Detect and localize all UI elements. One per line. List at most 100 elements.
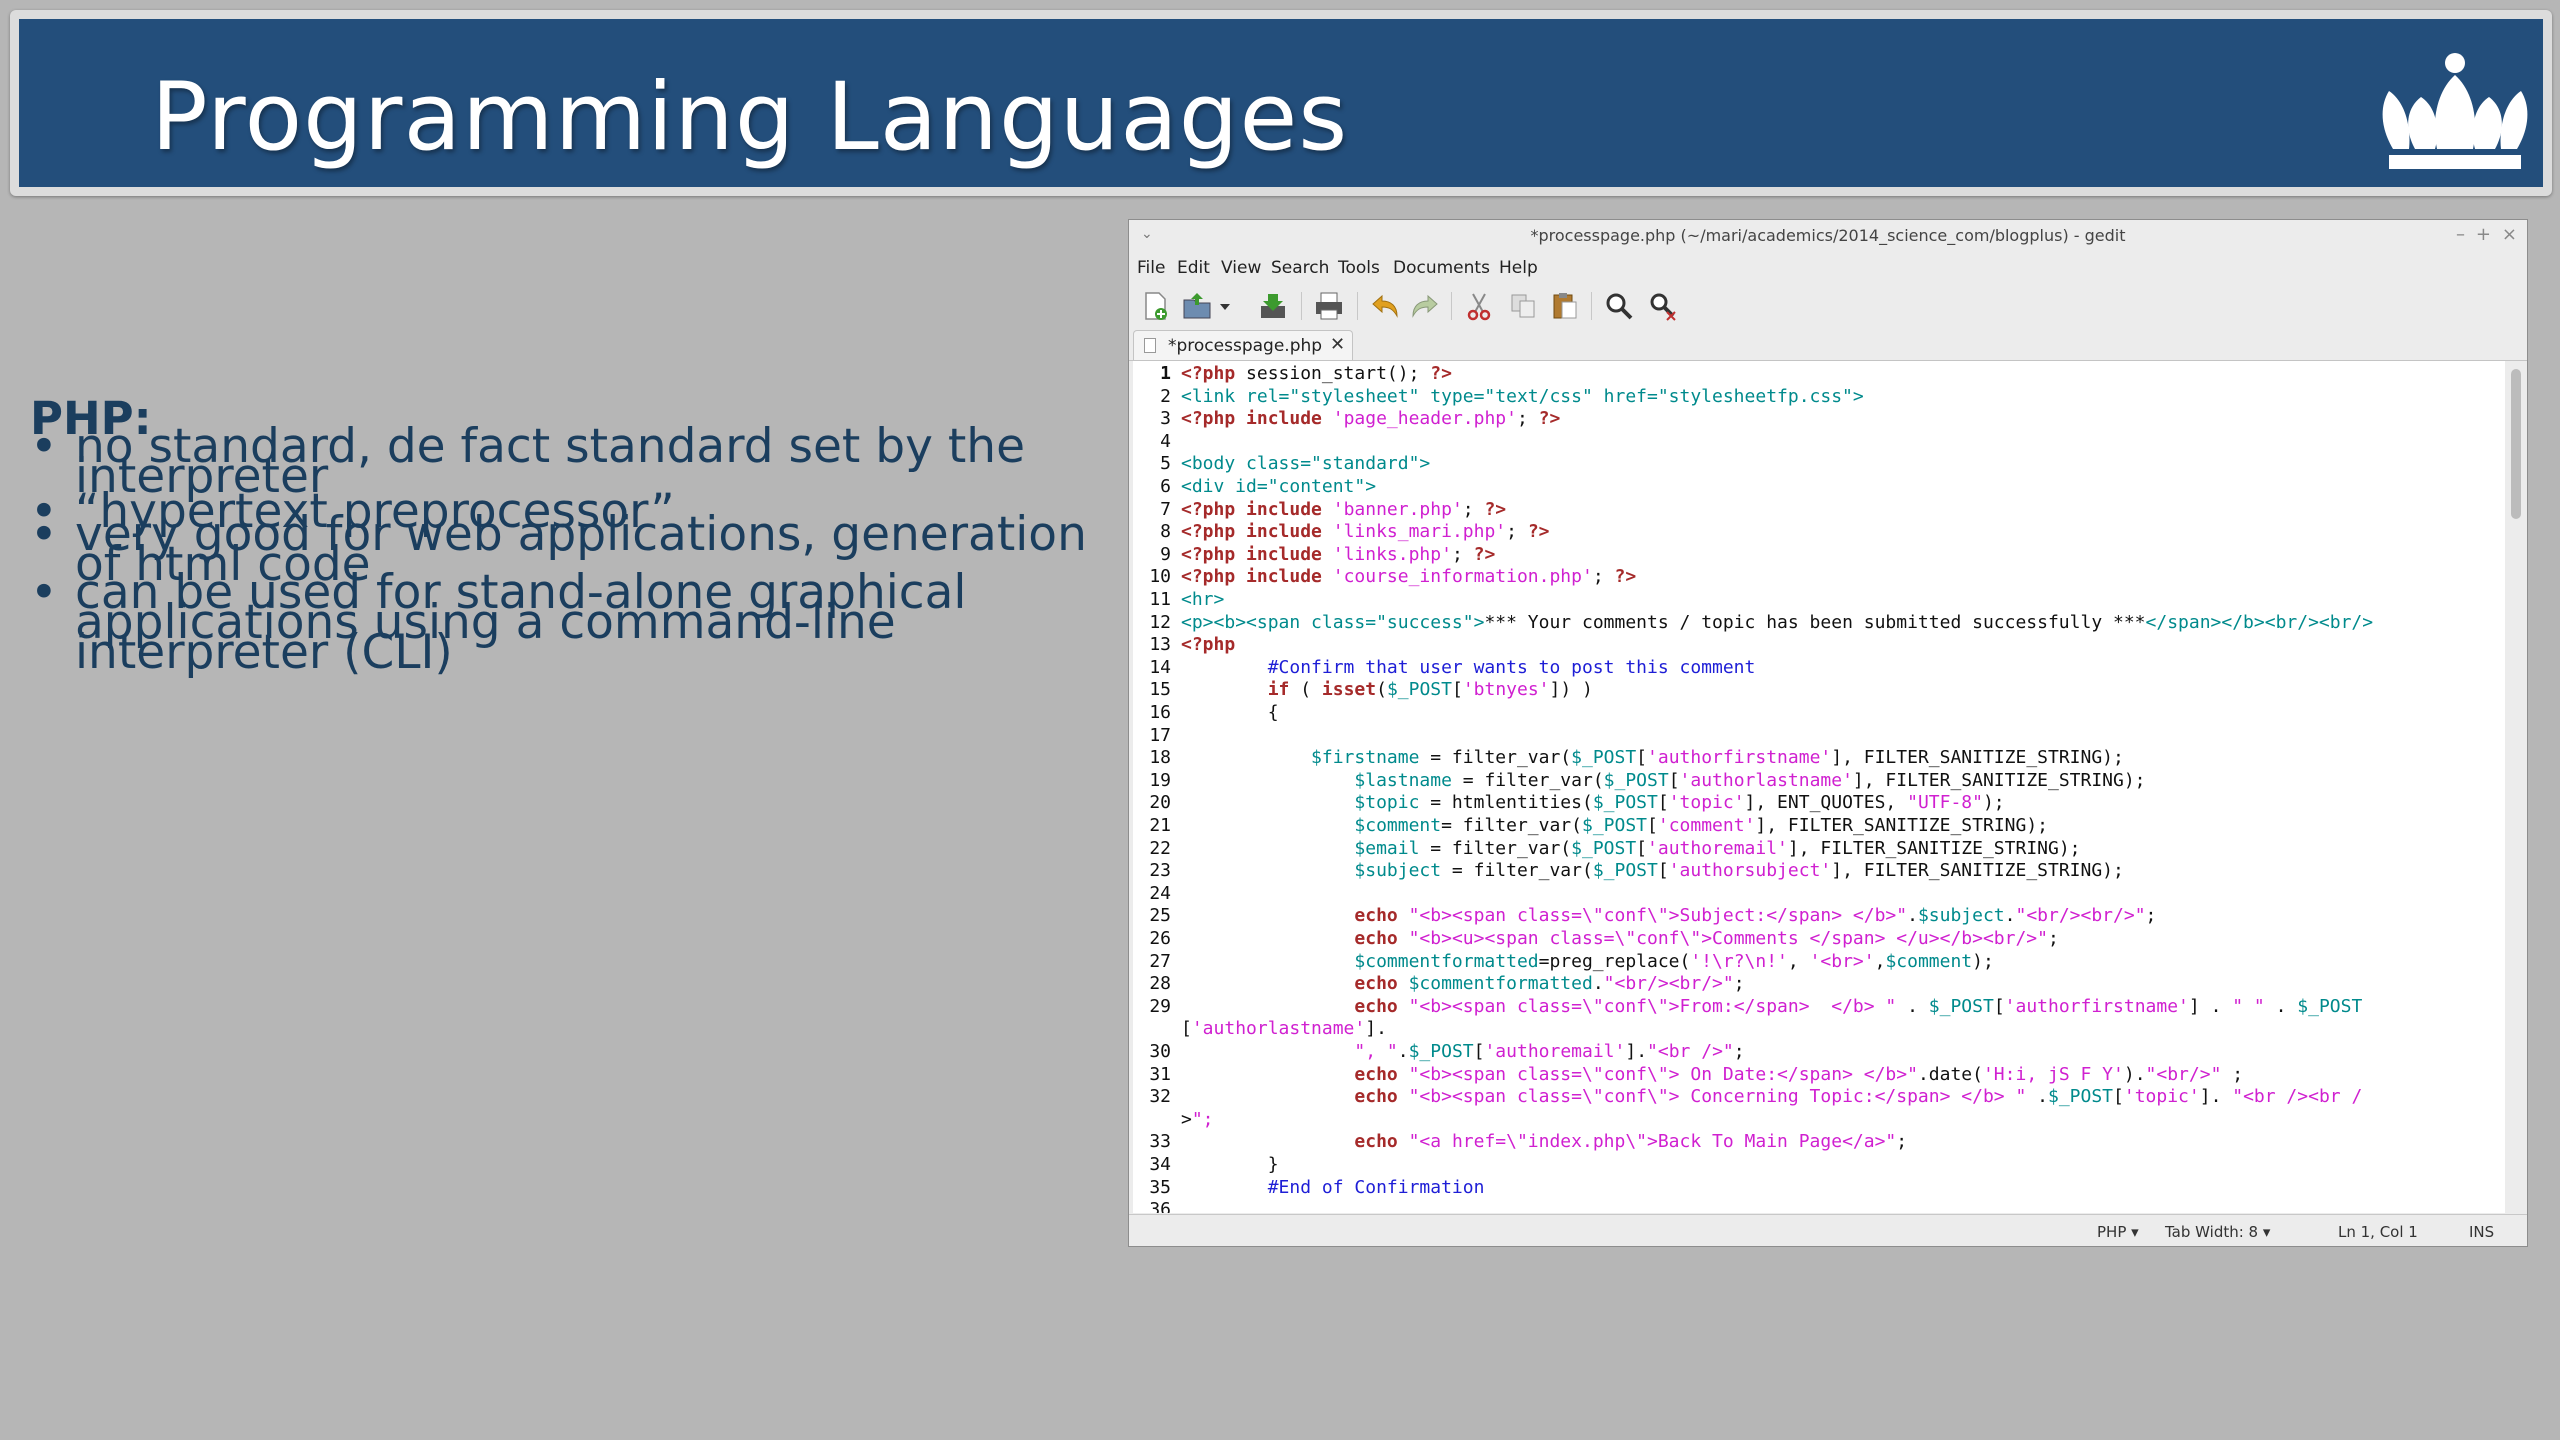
cursor-position: Ln 1, Col 1 <box>2338 1223 2418 1241</box>
maximize-icon[interactable]: + <box>2476 224 2491 245</box>
line-number: 16 <box>1149 702 1171 723</box>
bullet-text: no standard, de fact standard set by the… <box>75 419 1025 504</box>
find-icon[interactable] <box>1603 290 1635 322</box>
code-line: <p><b><span class="success">*** Your com… <box>1181 611 2374 633</box>
menu-view[interactable]: View <box>1221 258 1261 278</box>
menu-help[interactable]: Help <box>1499 258 1538 278</box>
dropdown-arrow-icon[interactable] <box>1217 290 1233 322</box>
line-number: 1 <box>1160 363 1171 384</box>
find-replace-icon[interactable] <box>1647 290 1679 322</box>
language-selector[interactable]: PHP ▾ <box>2097 1223 2139 1241</box>
copy-icon[interactable] <box>1507 290 1539 322</box>
code-line: $subject = filter_var($_POST['authorsubj… <box>1354 860 2124 882</box>
tab-processpage[interactable]: *processpage.php ✕ <box>1133 330 1353 360</box>
vertical-scrollbar[interactable] <box>2507 361 2525 1213</box>
window-title: *processpage.php (~/mari/academics/2014_… <box>1530 226 2126 245</box>
code-line: >"; <box>1181 1108 1214 1130</box>
line-number: 28 <box>1149 973 1171 995</box>
code-editor[interactable]: 1 2 3 4 5 6 7 8 9 10 11 12 13 14 15 16 17 18 19 20 21 22 23 24 2… <box>1133 361 2505 1213</box>
code-line: $topic = htmlentities($_POST['topic'], E… <box>1354 792 2005 814</box>
scrollbar-thumb[interactable] <box>2511 369 2521 519</box>
code-line: echo "<b><span class=\"conf\"> On Date:<… <box>1354 1063 2244 1085</box>
open-icon[interactable] <box>1181 290 1213 322</box>
cut-icon[interactable] <box>1463 290 1495 322</box>
line-number: 33 <box>1149 1131 1171 1153</box>
code-line: <?php include 'page_header.php'; ?> <box>1181 408 1561 430</box>
print-icon[interactable] <box>1313 290 1345 322</box>
line-number: 34 <box>1149 1154 1171 1175</box>
insert-mode: INS <box>2469 1223 2495 1241</box>
line-number: 5 <box>1160 453 1171 475</box>
tab-width-label: Tab Width: 8 <box>2165 1223 2259 1241</box>
code-line: <body class="standard"> <box>1181 453 1431 475</box>
menu-search[interactable]: Search <box>1271 258 1329 278</box>
line-number: 3 <box>1160 408 1171 430</box>
gedit-window: ⌄ *processpage.php (~/mari/academics/201… <box>1128 219 2528 1247</box>
window-titlebar[interactable]: ⌄ *processpage.php (~/mari/academics/201… <box>1129 220 2527 254</box>
line-number: 8 <box>1160 521 1171 543</box>
status-bar: PHP ▾ Tab Width: 8 ▾ Ln 1, Col 1 INS <box>1129 1214 2527 1247</box>
line-number: 24 <box>1149 882 1171 904</box>
toolbar-separator <box>1591 292 1592 320</box>
language-label: PHP <box>2097 1223 2127 1241</box>
bullet-dot: • <box>30 565 58 620</box>
title-banner: Programming Languages <box>19 19 2543 187</box>
code-line: <?php include 'links_mari.php'; ?> <box>1181 521 1550 543</box>
tab-label: *processpage.php <box>1168 336 1323 356</box>
line-number: 32 <box>1149 1086 1171 1108</box>
code-line: echo $commentformatted."<br/><br/>"; <box>1354 973 1745 995</box>
line-number: 15 <box>1149 679 1171 701</box>
line-number: 7 <box>1160 498 1171 520</box>
line-number: 13 <box>1149 634 1171 656</box>
minimize-icon[interactable]: – <box>2456 224 2465 245</box>
line-number: 23 <box>1149 860 1171 882</box>
line-number: 4 <box>1160 430 1171 452</box>
bullet-dot: • <box>30 507 58 562</box>
document-icon <box>1144 338 1156 353</box>
line-number: 35 <box>1149 1176 1171 1198</box>
code-line: $lastname = filter_var($_POST['authorlas… <box>1354 769 2146 791</box>
line-number: 11 <box>1149 589 1171 610</box>
line-number: 20 <box>1149 792 1171 814</box>
code-line: <div id="content"> <box>1181 476 1377 497</box>
line-number: 30 <box>1149 1041 1171 1062</box>
menu-edit[interactable]: Edit <box>1177 258 1210 278</box>
code-line: } <box>1181 1154 1279 1175</box>
code-line: ['authorlastname']. <box>1181 1018 1387 1040</box>
line-number: 10 <box>1149 566 1171 588</box>
code-line: $commentformatted=preg_replace('!\r?\n!'… <box>1354 950 1994 972</box>
code-line: #End of Confirmation <box>1181 1176 1485 1198</box>
redo-icon[interactable] <box>1409 290 1441 322</box>
undo-icon[interactable] <box>1369 290 1401 322</box>
close-icon[interactable]: × <box>2502 224 2517 245</box>
code-line: $firstname = filter_var($_POST['authorfi… <box>1311 747 2124 769</box>
toolbar <box>1129 282 2527 328</box>
code-line: <link rel="stylesheet" type="text/css" h… <box>1181 385 1864 407</box>
code-line: <?php session_start(); ?> <box>1181 363 1452 384</box>
menu-bar: File Edit View Search Tools Documents He… <box>1129 254 2527 282</box>
code-line: echo "<b><span class=\"conf\">Subject:</… <box>1354 905 2157 927</box>
code-line: ", ".$_POST['authoremail']."<br />"; <box>1354 1041 1745 1062</box>
tab-close-icon[interactable]: ✕ <box>1330 334 1345 355</box>
menu-file[interactable]: File <box>1137 258 1165 278</box>
new-document-icon[interactable] <box>1139 290 1171 322</box>
menu-tools[interactable]: Tools <box>1338 258 1380 278</box>
code-line: <?php <box>1181 634 1236 656</box>
line-number: 2 <box>1160 385 1171 407</box>
line-number: 31 <box>1149 1063 1171 1085</box>
code-line: { <box>1181 702 1279 723</box>
code-line: $comment= filter_var($_POST['comment'], … <box>1354 815 2049 836</box>
menu-documents[interactable]: Documents <box>1393 258 1490 278</box>
code-line: echo "<a href=\"index.php\">Back To Main… <box>1354 1131 1908 1153</box>
line-number: 26 <box>1149 928 1171 949</box>
line-number: 6 <box>1160 476 1171 497</box>
line-number: 18 <box>1149 747 1171 769</box>
toolbar-separator <box>1357 292 1358 320</box>
line-number: 19 <box>1149 769 1171 791</box>
tab-width-selector[interactable]: Tab Width: 8 ▾ <box>2165 1223 2270 1241</box>
line-number: 22 <box>1149 837 1171 859</box>
paste-icon[interactable] <box>1549 290 1581 322</box>
code-line: <?php include 'banner.php'; ?> <box>1181 498 1507 520</box>
code-line: echo "<b><span class=\"conf\">From:</spa… <box>1354 995 2363 1017</box>
save-icon[interactable] <box>1257 290 1289 322</box>
